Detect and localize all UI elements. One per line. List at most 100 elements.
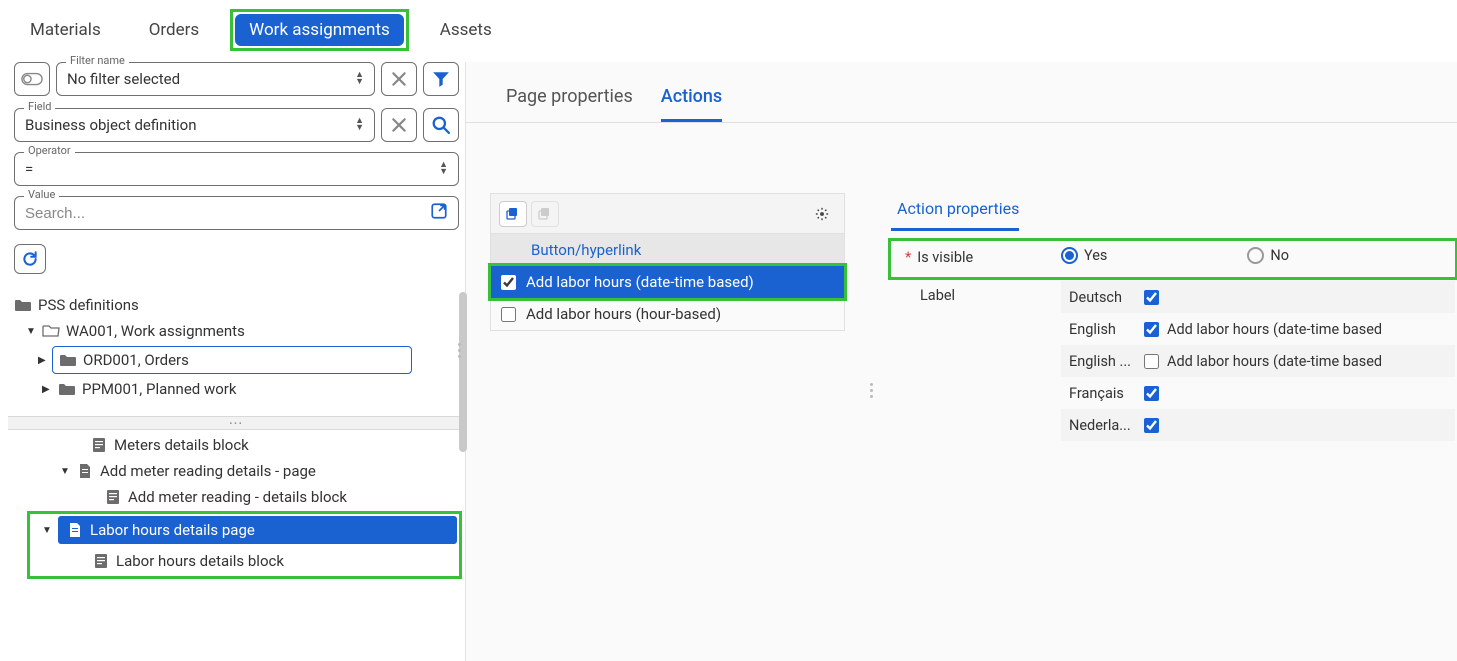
filter-name-label: Filter name [66,54,129,67]
tree-item-label: PPM001, Planned work [82,380,236,398]
tree-item-add-meter-block[interactable]: Add meter reading - details block [8,484,465,510]
dropdown-icon: ▲▼ [355,72,364,86]
tree-item-label: Labor hours details page [90,521,255,539]
tree-item-ppm[interactable]: ▶ PPM001, Planned work [8,376,465,402]
field-value: Business object definition [25,116,197,134]
tab-assets[interactable]: Assets [426,14,506,46]
clear-field-button[interactable] [381,108,417,142]
lang-checkbox[interactable] [1144,418,1159,433]
filter-name-value: No filter selected [67,70,180,88]
refresh-button[interactable] [14,244,46,274]
tab-orders[interactable]: Orders [135,14,213,46]
tab-work-assignments[interactable]: Work assignments [235,14,404,46]
tree-item-label: Add meter reading - details block [128,488,347,506]
search-button[interactable] [423,108,459,142]
lang-value: Add labor hours (date-time based [1165,321,1455,338]
operator-value: = [25,160,33,178]
tree-item-labor-block[interactable]: Labor hours details block [32,548,457,574]
lang-name: English [1061,321,1137,338]
value-label: Value [24,188,59,201]
field-select[interactable]: Business object definition ▲▼ [14,108,375,142]
lang-row[interactable]: Deutsch [1061,281,1455,313]
tree-item-label: Meters details block [114,436,249,454]
radio-icon [1247,247,1264,264]
block-icon [104,489,122,505]
is-visible-label: Is visible [917,249,973,266]
left-panel: Filter name No filter selected ▲▼ Field [0,62,465,661]
lang-row[interactable]: English ... Add labor hours (date-time ba… [1061,345,1455,377]
label-lang-grid: Deutsch English Add labor hours (date-time… [1061,281,1455,441]
filter-toggle[interactable] [14,62,50,96]
caret-down-icon: ▼ [60,466,70,477]
top-nav: Materials Orders Work assignments Assets [0,0,1457,62]
settings-button[interactable] [808,201,836,227]
resize-handle[interactable] [458,343,464,373]
label-label: Label [920,287,955,304]
value-input[interactable] [25,205,430,222]
tree-item-labor-page[interactable]: Labor hours details page [58,516,457,544]
lang-row[interactable]: Nederla... [1061,409,1455,441]
apply-filter-button[interactable] [423,62,459,96]
folder-icon [58,381,76,397]
operator-select[interactable]: = ▲▼ [14,152,459,186]
actions-toolbar [490,193,845,233]
tab-materials[interactable]: Materials [16,14,115,46]
lang-row[interactable]: English Add labor hours (date-time based [1061,313,1455,345]
tree-root[interactable]: PSS definitions [8,292,465,318]
dropdown-icon: ▲▼ [439,162,448,176]
lang-value: Add labor hours (date-time based [1165,353,1455,370]
value-input-wrap [14,196,459,230]
clear-filter-button[interactable] [381,62,417,96]
actions-list-header: Button/hyperlink [491,234,844,266]
actions-list: Button/hyperlink Add labor hours (date-t… [490,233,845,331]
tab-page-properties[interactable]: Page properties [506,86,633,122]
lang-checkbox[interactable] [1144,290,1159,305]
action-label: Add labor hours (hour-based) [526,305,721,323]
tree-item-label: ORD001, Orders [83,351,189,369]
folder-icon [59,352,77,368]
radio-no-label: No [1270,247,1289,264]
tab-actions[interactable]: Actions [661,86,722,122]
block-icon [90,437,108,453]
lang-row[interactable]: Français [1061,377,1455,409]
caret-down-icon: ▼ [26,326,36,337]
lang-name: Nederla... [1061,417,1137,434]
folder-icon [14,297,32,313]
caret-right-icon[interactable]: ▶ [38,355,48,366]
right-tabs: Page properties Actions [466,62,1457,123]
tree-item-add-meter-page[interactable]: ▼ Add meter reading details - page [8,458,465,484]
tree-item-cutoff[interactable]: Meters details block [8,432,465,458]
action-row-selected[interactable]: Add labor hours (date-time based) [491,266,844,298]
lang-checkbox[interactable] [1144,354,1159,369]
prop-is-visible: * Is visible Yes No [891,243,1451,275]
caret-down-icon[interactable]: ▼ [42,525,52,536]
copy-button[interactable] [499,201,527,227]
paste-button[interactable] [531,201,559,227]
prop-label: Label Deutsch English Add labor hours (dat… [891,281,1455,441]
lang-checkbox[interactable] [1144,386,1159,401]
tree-item-label: Labor hours details block [116,552,284,570]
radio-yes-label: Yes [1084,247,1107,264]
block-icon [92,553,110,569]
tree-item-wa[interactable]: ▼ WA001, Work assignments [8,318,465,344]
action-row[interactable]: Add labor hours (hour-based) [491,298,844,330]
lang-checkbox[interactable] [1144,322,1159,337]
lang-name: Français [1061,385,1137,402]
action-label: Add labor hours (date-time based) [526,273,754,291]
filter-name-select[interactable]: No filter selected ▲▼ [56,62,375,96]
action-checkbox[interactable] [501,275,516,290]
radio-no[interactable]: No [1247,247,1289,264]
lang-name: English ... [1061,353,1137,370]
action-properties-panel: Action properties * Is visible Yes [891,193,1457,661]
page-tree: Meters details block ▼ Add meter reading… [8,432,465,576]
popout-icon[interactable] [430,202,448,224]
definitions-tree: PSS definitions ▼ WA001, Work assignment… [8,292,465,576]
tree-item-ord[interactable]: ORD001, Orders [52,346,412,374]
split-handle[interactable]: ••• [8,416,465,430]
resize-handle[interactable] [870,383,876,401]
field-label: Field [24,100,55,113]
operator-label: Operator [24,144,75,157]
action-checkbox[interactable] [501,307,516,322]
radio-yes[interactable]: Yes [1061,247,1107,264]
radio-icon [1061,247,1078,264]
